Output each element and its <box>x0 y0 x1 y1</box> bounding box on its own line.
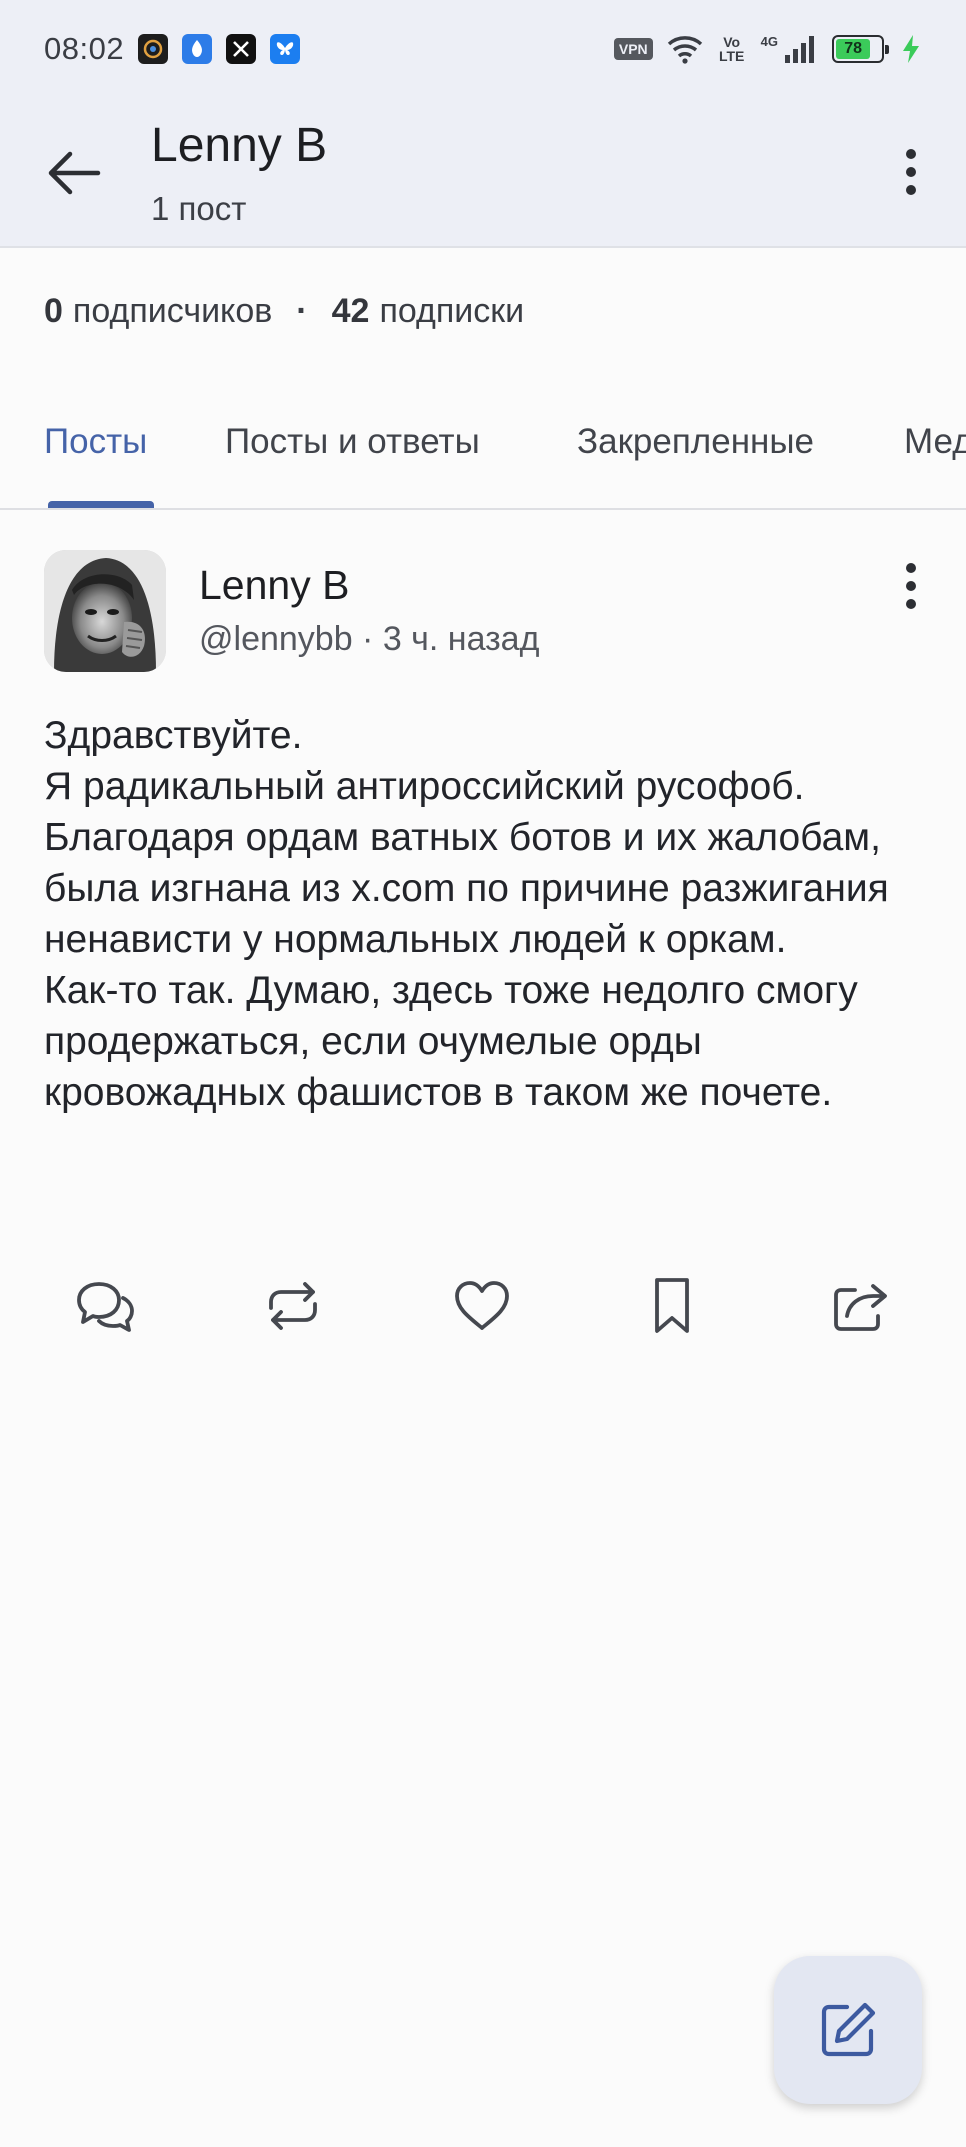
battery-level: 78 <box>836 39 871 59</box>
post-text: Здравствуйте. Я радикальный антироссийск… <box>44 714 889 1114</box>
bluesky-icon <box>270 34 301 64</box>
network-type: 4G <box>760 33 778 49</box>
app-icon-1 <box>138 34 169 64</box>
followers-label: подписчиков <box>72 292 273 330</box>
x-icon <box>226 34 257 64</box>
reply-icon <box>77 1282 134 1332</box>
share-button[interactable] <box>823 1268 899 1344</box>
header-title: Lenny B <box>151 119 328 172</box>
post-more-button[interactable] <box>886 556 936 616</box>
charging-icon <box>903 35 919 63</box>
tab-media[interactable]: Медиа <box>904 422 966 462</box>
battery-icon: 78 <box>832 35 889 63</box>
more-vertical-icon <box>906 563 916 609</box>
vpn-icon: VPN <box>613 38 653 60</box>
wifi-icon <box>667 36 702 64</box>
separator-dot: · <box>296 292 308 330</box>
tab-posts-and-replies[interactable]: Посты и ответы <box>225 422 480 462</box>
notification-icons <box>138 34 301 64</box>
profile-header: Lenny B 1 пост <box>0 98 966 248</box>
post-author-name[interactable]: Lenny B <box>199 562 349 609</box>
profile-more-button[interactable] <box>886 142 936 202</box>
bookmark-button[interactable] <box>634 1268 710 1344</box>
follow-stats: 0 подписчиков · 42 подписки <box>44 292 524 331</box>
volte-icon: Vo LTE <box>718 34 745 64</box>
active-tab-indicator <box>48 501 154 508</box>
compose-button[interactable] <box>774 1956 922 2104</box>
like-button[interactable] <box>444 1268 520 1344</box>
followers-link[interactable]: 0 подписчиков <box>44 292 272 331</box>
avatar[interactable] <box>44 550 166 672</box>
heart-icon <box>455 1281 509 1330</box>
more-vertical-icon <box>906 149 916 195</box>
followers-count: 0 <box>44 292 63 330</box>
status-bar: 08:02 VPN Vo LTE 4G 78 <box>0 0 966 98</box>
following-link[interactable]: 42 подписки <box>332 292 525 331</box>
post-actions <box>0 1268 966 1358</box>
status-time: 08:02 <box>44 31 125 66</box>
reply-button[interactable] <box>67 1268 143 1344</box>
app-icon-2 <box>182 34 213 64</box>
back-button[interactable] <box>40 138 110 208</box>
profile-tabs: Посты Посты и ответы Закрепленные Медиа <box>0 400 966 510</box>
compose-icon <box>821 2002 876 2057</box>
header-post-count: 1 пост <box>151 190 247 227</box>
repost-button[interactable] <box>255 1268 331 1344</box>
repost-icon <box>269 1282 317 1330</box>
avatar-image <box>44 550 166 672</box>
following-count: 42 <box>331 292 370 330</box>
post-author-handle-time: @lennybb · 3 ч. назад <box>199 620 540 658</box>
tab-pinned[interactable]: Закрепленные <box>577 422 814 462</box>
signal-icon <box>785 36 814 63</box>
arrow-left-icon <box>48 151 101 195</box>
tab-posts[interactable]: Посты <box>44 422 147 462</box>
following-label: подписки <box>379 292 525 330</box>
bookmark-icon <box>655 1278 689 1333</box>
system-indicators: VPN Vo LTE 4G 78 <box>613 33 922 64</box>
profile-screen: 08:02 VPN Vo LTE 4G 78 Lenny B 1 пост 0 … <box>0 0 966 2147</box>
share-icon <box>834 1284 887 1331</box>
